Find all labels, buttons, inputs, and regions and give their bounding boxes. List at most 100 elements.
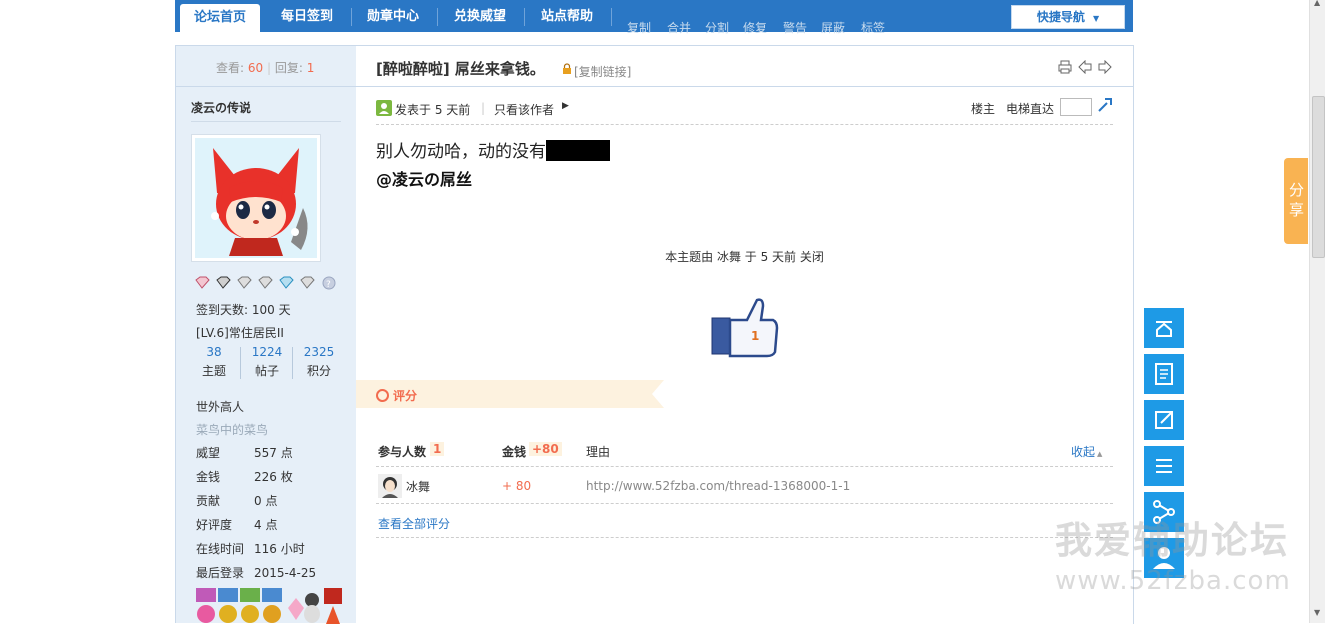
only-author-link[interactable]: 只看该作者 [494,101,554,118]
badge-row: ? [194,275,344,291]
nav-divider [437,8,438,26]
field-key: 威望 [196,446,221,460]
arrow-right-icon: ▶ [562,101,569,111]
signin-days: 签到天数: 100 天 [196,303,291,317]
stats-divider: | [266,61,272,75]
divider [240,347,241,379]
rater-reason: http://www.52fzba.com/thread-1368000-1-1 [586,479,851,493]
scroll-up-icon[interactable]: ▲ [1314,0,1320,7]
field-key: 金钱 [196,470,221,484]
divider [292,347,293,379]
menu-icon [1156,459,1172,473]
profile-field: 好评度 4 点 [196,516,346,540]
svg-text:?: ? [326,280,331,290]
stat-label: 帖子 [254,364,279,378]
scrollbar-thumb[interactable] [1312,96,1325,258]
prev-thread-icon[interactable] [1078,59,1092,77]
divider [191,121,341,122]
back-to-top-button[interactable] [1144,308,1184,348]
collapse-link[interactable]: 收起 ▲ [1071,443,1102,460]
post-main: [醉啦醉啦] 屌丝来拿钱。 [复制链接] 发表于 5 天前 | 只看该作者 ▶ … [356,45,1134,624]
user-stats: 38 主题 1224 帖子 2325 积分 [190,345,350,381]
profile-field: 贡献 0 点 [196,492,346,516]
replies-count: 1 [306,61,315,75]
divider [376,124,1113,125]
scroll-down-icon[interactable]: ▼ [1314,608,1320,617]
nav-divider [524,8,525,26]
thumbs-up-icon [711,298,779,358]
nav-tab-home[interactable]: 论坛首页 [180,4,260,32]
view-all-ratings-link[interactable]: 查看全部评分 [378,515,450,532]
print-icon[interactable] [1058,60,1072,77]
top-nav: 论坛首页 每日签到 勋章中心 兑换威望 站点帮助 快捷导航 ▼ 复制 合并 分割… [175,0,1133,35]
share-tab-label: 分享 [1289,181,1305,219]
field-key: 好评度 [196,518,233,532]
watermark-title: 我爱辅助论坛 [1055,519,1289,562]
chevron-down-icon: ▼ [1093,14,1100,23]
author-sidebar: 查看: 60 | 回复: 1 凌云の传说 ? 签到天数: 100 天 [LV.6… [175,45,357,624]
field-key: 在线时间 [196,542,245,556]
post-mention[interactable]: @凌云の屌丝 [376,166,472,190]
stat-credits[interactable]: 2325 积分 [294,345,344,379]
floor-label: 楼主 [971,102,996,116]
redacted-block [546,140,610,161]
field-value: 116 小时 [254,542,305,556]
field-value: 557 点 [254,446,293,460]
scrollbar[interactable]: ▲ ▼ [1309,0,1325,623]
meta-divider: | [481,101,486,115]
post-text: 别人勿动哈，动的没有 [376,142,546,162]
rating-banner: 评分 [356,380,664,408]
avatar-image [195,138,317,258]
banner-tail [652,380,664,408]
floor-input[interactable] [1060,98,1092,116]
quick-nav-label: 快捷导航 [1036,10,1085,24]
user-group: 世外高人 [196,400,245,414]
avatar[interactable] [191,134,321,262]
rating-title: 评分 [393,389,418,403]
stat-topics[interactable]: 38 主题 [190,345,238,379]
go-arrow-icon[interactable] [1097,97,1113,116]
ghost-menu-item: 屏蔽 [821,21,846,35]
nav-tab-signin[interactable]: 每日签到 [267,0,347,32]
nav-divider [611,8,612,26]
next-thread-icon[interactable] [1098,59,1112,77]
post-body-line1: 别人勿动哈，动的没有 [376,137,610,162]
field-value: 226 枚 [254,470,293,484]
profile-field: 金钱 226 枚 [196,468,346,492]
stat-posts[interactable]: 1224 帖子 [242,345,292,379]
rater-avatar[interactable] [378,474,402,498]
menu-button[interactable] [1144,446,1184,486]
copy-link[interactable]: [复制链接] [574,63,631,80]
stat-label: 主题 [201,364,226,378]
nav-tab-exchange[interactable]: 兑换威望 [440,0,520,32]
quick-nav-button[interactable]: 快捷导航 ▼ [1011,5,1125,29]
ghost-menu-item: 分割 [705,21,730,35]
divider [376,466,1113,467]
user-level[interactable]: [LV.6]常住居民II [196,324,284,341]
author-name[interactable]: 凌云の传说 [191,99,251,116]
divider [376,537,1113,538]
like-button[interactable]: 1 [711,296,779,358]
caret-up-icon: ▲ [1097,450,1103,458]
ghost-menu-item: 复制 [627,21,652,35]
nav-tab-medals[interactable]: 勋章中心 [353,0,433,32]
share-tab[interactable]: 分享 [1284,158,1308,244]
edit-post-button[interactable] [1144,400,1184,440]
lock-icon [561,63,573,78]
reply-list-button[interactable] [1144,354,1184,394]
stat-label: 积分 [306,364,331,378]
thread-stats: 查看: 60 | 回复: 1 [216,59,314,76]
nav-tab-help[interactable]: 站点帮助 [527,0,607,32]
field-value: 2015-4-25 [254,566,317,580]
rater-name[interactable]: 冰舞 [406,478,430,495]
watermark-url: www.52fzba.com [1055,566,1291,596]
divider [356,86,1133,87]
elevator-label: 电梯直达 [1006,102,1055,116]
like-count: 1 [751,329,760,343]
document-icon [1155,363,1173,385]
field-key: 最后登录 [196,566,245,580]
collapse-label: 收起 [1071,445,1096,459]
ghost-menu-item: 修复 [743,21,768,35]
post-time: 发表于 5 天前 [395,103,471,117]
profile-fields: 威望 557 点 金钱 226 枚 贡献 0 点 好评度 4 点 在线时间 116 小时 … [196,444,346,588]
